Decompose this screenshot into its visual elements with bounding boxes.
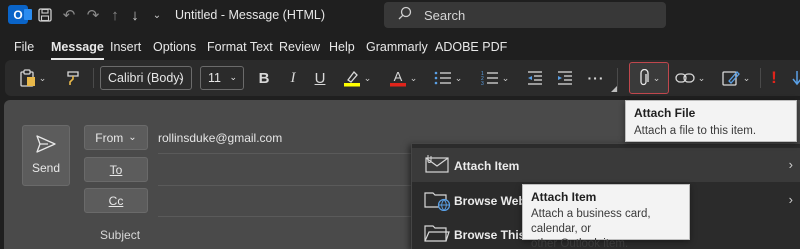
font-size-value: 11 xyxy=(208,71,221,85)
from-button[interactable]: From ⌄ xyxy=(84,125,148,150)
tooltip-description-line1: Attach a business card, calendar, or xyxy=(531,208,651,235)
undo-icon[interactable]: ↶ xyxy=(58,4,80,26)
font-size-select[interactable]: 11 ⌄ xyxy=(200,66,244,90)
decrease-indent-icon[interactable] xyxy=(523,60,547,96)
more-options-icon[interactable]: ··· xyxy=(583,60,609,96)
high-importance-icon[interactable]: ! xyxy=(765,60,783,96)
send-label: Send xyxy=(31,161,61,175)
chevron-right-icon: › xyxy=(788,192,793,207)
attach-file-button[interactable]: ⌄ xyxy=(629,62,669,94)
tab-options[interactable]: Options xyxy=(153,40,196,54)
tab-format-text[interactable]: Format Text xyxy=(207,40,273,54)
chevron-down-icon: ⌄ xyxy=(501,72,510,83)
tooltip-title: Attach File xyxy=(634,106,696,120)
search-icon xyxy=(398,6,412,23)
paperclip-icon xyxy=(640,69,649,86)
chevron-down-icon: ⌄ xyxy=(652,72,661,83)
svg-text:A: A xyxy=(393,69,402,84)
to-button[interactable]: To xyxy=(84,157,148,182)
low-importance-icon[interactable] xyxy=(789,60,800,96)
attach-item-tooltip: Attach Item Attach a business card, cale… xyxy=(522,184,690,249)
ribbon-separator xyxy=(760,68,761,88)
font-color-button[interactable]: A ⌄ xyxy=(384,60,422,96)
svg-text:3: 3 xyxy=(481,81,484,86)
bold-button[interactable]: B xyxy=(252,60,276,96)
cc-label: Cc xyxy=(108,193,124,208)
folder-icon xyxy=(424,223,452,245)
tab-grammarly[interactable]: Grammarly xyxy=(366,40,428,54)
arrow-down-icon[interactable]: ↓ xyxy=(124,4,146,26)
arrow-up-icon[interactable]: ↑ xyxy=(104,4,126,26)
chevron-down-icon: ⌄ xyxy=(128,132,137,143)
tab-file[interactable]: File xyxy=(14,40,34,54)
from-email[interactable]: rollinsduke@gmail.com xyxy=(158,131,282,145)
ribbon-separator xyxy=(617,68,618,88)
chevron-down-icon: ⌄ xyxy=(363,72,372,83)
bullets-button[interactable]: ⌄ xyxy=(430,60,466,96)
search-placeholder: Search xyxy=(424,8,466,23)
increase-indent-icon[interactable] xyxy=(553,60,577,96)
italic-button[interactable]: I xyxy=(281,60,305,96)
attach-file-tooltip: Attach File Attach a file to this item. xyxy=(625,100,797,142)
tooltip-title: Attach Item xyxy=(531,190,597,204)
chevron-down-icon: ⌄ xyxy=(454,72,463,83)
link-button[interactable]: ⌄ xyxy=(671,60,709,96)
tooltip-description: Attach a file to this item. xyxy=(634,125,757,137)
signature-button[interactable]: ⌄ xyxy=(717,60,755,96)
paste-button[interactable]: ⌄ xyxy=(13,60,53,96)
field-divider xyxy=(158,153,418,154)
chevron-down-icon: ⌄ xyxy=(697,72,706,83)
chevron-down-icon: ⌄ xyxy=(177,72,185,82)
window-title: Untitled - Message (HTML) xyxy=(175,8,326,22)
chevron-down-icon: ⌄ xyxy=(229,72,237,82)
field-divider xyxy=(158,185,418,186)
ribbon-toolbar: ⌄ Calibri (Body) ⌄ 11 ⌄ B I U ⌄ A ⌄ ⌄ 12… xyxy=(5,60,800,96)
web-folder-icon xyxy=(424,189,452,212)
title-bar: O ↶ ↷ ↑ ↓ ⌄ Untitled - Message (HTML) Se… xyxy=(0,0,800,30)
menu-item-label: Attach Item xyxy=(454,159,520,173)
tab-adobe-pdf[interactable]: ADOBE PDF xyxy=(435,40,507,54)
tab-review[interactable]: Review xyxy=(279,40,320,54)
search-box[interactable]: Search xyxy=(384,2,666,28)
field-divider xyxy=(158,216,418,217)
save-icon[interactable] xyxy=(34,4,56,26)
font-name-value: Calibri (Body) xyxy=(108,71,184,85)
send-icon xyxy=(23,135,69,158)
customize-toolbar-icon[interactable]: ⌄ xyxy=(146,4,168,26)
tab-insert[interactable]: Insert xyxy=(110,40,141,54)
envelope-icon xyxy=(424,154,452,176)
cc-button[interactable]: Cc xyxy=(84,188,148,213)
font-name-select[interactable]: Calibri (Body) ⌄ xyxy=(100,66,192,90)
from-label: From xyxy=(95,130,124,145)
to-label: To xyxy=(109,162,123,177)
chevron-down-icon: ⌄ xyxy=(409,72,418,83)
chevron-right-icon: › xyxy=(788,157,793,172)
chevron-down-icon: ⌄ xyxy=(38,72,47,83)
numbering-button[interactable]: 123 ⌄ xyxy=(477,60,513,96)
tab-help[interactable]: Help xyxy=(329,40,355,54)
highlight-button[interactable]: ⌄ xyxy=(338,60,376,96)
outlook-logo-icon: O xyxy=(8,5,32,24)
send-button[interactable]: Send xyxy=(22,125,70,186)
ribbon-separator xyxy=(93,68,94,88)
redo-icon[interactable]: ↷ xyxy=(82,4,104,26)
format-painter-icon[interactable] xyxy=(61,60,85,96)
subject-label: Subject xyxy=(100,228,141,242)
tab-message[interactable]: Message xyxy=(51,40,104,60)
menu-item-attach-item[interactable]: Attach Item › xyxy=(412,148,800,182)
tooltip-description-line2: other Outlook item. xyxy=(531,238,629,249)
chevron-down-icon: ⌄ xyxy=(742,72,751,83)
underline-button[interactable]: U xyxy=(308,60,332,96)
